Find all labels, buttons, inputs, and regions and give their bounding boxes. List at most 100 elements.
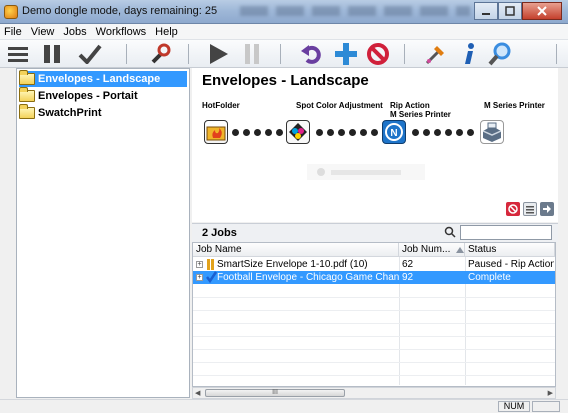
horizontal-scrollbar[interactable]: ◀ III ▶ — [192, 387, 556, 399]
step-label-rip-action: Rip Action M Series Printer — [390, 101, 451, 119]
arrow-right-icon — [543, 205, 551, 213]
hotfolder-icon[interactable] — [204, 120, 228, 144]
jobs-count: 2 Jobs — [202, 227, 237, 239]
title-bar: Demo dongle mode, days remaining: 25 — [0, 0, 568, 24]
folder-icon — [19, 70, 35, 85]
step-label-printer: M Series Printer — [484, 101, 545, 110]
status-bar: NUM — [0, 399, 568, 413]
sort-ascending-icon — [456, 246, 464, 253]
checkmark-icon — [206, 271, 217, 284]
maximize-button[interactable] — [498, 2, 522, 20]
scrollbar-thumb[interactable]: III — [205, 389, 345, 397]
search-icon — [444, 226, 456, 238]
rip-action-icon[interactable]: N — [382, 120, 406, 144]
window-title: Demo dongle mode, days remaining: 25 — [22, 5, 218, 17]
window-controls — [474, 2, 562, 20]
job-search-input[interactable] — [460, 225, 552, 240]
undo-icon[interactable] — [300, 42, 324, 66]
status-cell — [532, 401, 560, 412]
connector-dot — [456, 129, 463, 136]
step-label-hotfolder: HotFolder — [202, 101, 240, 110]
menu-jobs[interactable]: Jobs — [63, 26, 86, 38]
app-icon — [4, 5, 18, 19]
step-label-rip-action-line1: Rip Action — [390, 101, 430, 110]
workflow-item-envelopes-landscape[interactable]: Envelopes - Landscape — [19, 70, 187, 87]
close-button[interactable] — [522, 2, 562, 20]
pause-icon[interactable] — [40, 42, 64, 66]
column-header-job-number[interactable]: Job Num... — [399, 243, 465, 257]
connector-dot — [371, 129, 378, 136]
printer-icon[interactable] — [480, 120, 504, 144]
scroll-left-icon[interactable]: ◀ — [195, 389, 200, 397]
toolbar-separator — [556, 44, 557, 64]
stop-icon[interactable] — [366, 42, 390, 66]
row-divider — [193, 375, 555, 376]
row-divider — [193, 297, 555, 298]
magnifier-icon[interactable] — [488, 42, 512, 66]
expand-toggle[interactable]: + — [196, 261, 203, 268]
ghost-hint-bar — [307, 164, 425, 180]
scroll-right-icon[interactable]: ▶ — [548, 389, 553, 397]
column-header-job-name[interactable]: Job Name — [193, 243, 399, 257]
list-icon[interactable] — [6, 42, 30, 66]
maximize-icon — [505, 6, 515, 16]
table-row[interactable]: + SmartSize Envelope 1-10.pdf (10) 62 Pa… — [193, 258, 555, 271]
toolbar-separator — [280, 44, 281, 64]
num-lock-indicator: NUM — [498, 401, 530, 412]
row-divider — [193, 336, 555, 337]
column-header-status[interactable]: Status — [465, 243, 555, 257]
row-divider — [193, 323, 555, 324]
job-number-cell: 62 — [402, 259, 414, 270]
menu-help[interactable]: Help — [155, 26, 178, 38]
job-status-cell: Complete — [468, 272, 511, 283]
wrench-icon[interactable] — [148, 42, 172, 66]
table-row[interactable]: + Football Envelope - Chicago Game Chang… — [193, 271, 555, 284]
connector-dot — [265, 129, 272, 136]
spot-color-icon[interactable] — [286, 120, 310, 144]
connector-dot — [412, 129, 419, 136]
connector-dot — [316, 129, 323, 136]
pause-disabled-icon[interactable] — [240, 42, 264, 66]
jobs-header: 2 Jobs — [192, 223, 558, 242]
expand-toggle[interactable]: + — [196, 274, 203, 281]
connector-dot — [276, 129, 283, 136]
connector-dot — [349, 129, 356, 136]
toolbar-separator — [404, 44, 405, 64]
jobs-table: Job Name Job Num... Status + SmartSize E… — [192, 242, 556, 387]
minimize-button[interactable] — [474, 2, 498, 20]
connector-dot — [254, 129, 261, 136]
menu-workflows[interactable]: Workflows — [96, 26, 147, 38]
connector-dot — [445, 129, 452, 136]
play-icon[interactable] — [206, 42, 230, 66]
next-step-button[interactable] — [540, 202, 554, 216]
connector-dot — [467, 129, 474, 136]
job-status-cell: Paused - Rip Action — [468, 259, 554, 270]
list-icon — [526, 206, 534, 214]
job-name-cell: SmartSize Envelope 1-10.pdf (10) — [217, 259, 368, 270]
remove-step-button[interactable] — [506, 202, 520, 216]
connector-dot — [338, 129, 345, 136]
workflow-item-envelopes-portait[interactable]: Envelopes - Portait — [19, 87, 187, 104]
checkmark-icon[interactable] — [78, 42, 102, 66]
job-number-cell: 92 — [402, 272, 414, 283]
close-icon — [537, 6, 547, 16]
connector-dot — [327, 129, 334, 136]
connector-dot — [360, 129, 367, 136]
menu-bar: File View Jobs Workflows Help — [0, 24, 568, 40]
add-icon[interactable] — [334, 42, 358, 66]
menu-file[interactable]: File — [4, 26, 22, 38]
step-label-spot-color: Spot Color Adjustment — [296, 101, 383, 110]
svg-text:N: N — [390, 128, 397, 139]
workflow-item-swatchprint[interactable]: SwatchPrint — [19, 104, 187, 121]
menu-view[interactable]: View — [31, 26, 55, 38]
info-icon[interactable] — [458, 42, 482, 66]
row-divider — [193, 362, 555, 363]
properties-button[interactable] — [523, 202, 537, 216]
workflow-label: Envelopes - Portait — [38, 90, 138, 102]
row-divider — [193, 349, 555, 350]
row-divider — [193, 310, 555, 311]
connector-dot — [243, 129, 250, 136]
workflow-label: SwatchPrint — [38, 107, 102, 119]
eyedropper-icon[interactable] — [424, 42, 448, 66]
blurred-title-region — [240, 6, 470, 16]
